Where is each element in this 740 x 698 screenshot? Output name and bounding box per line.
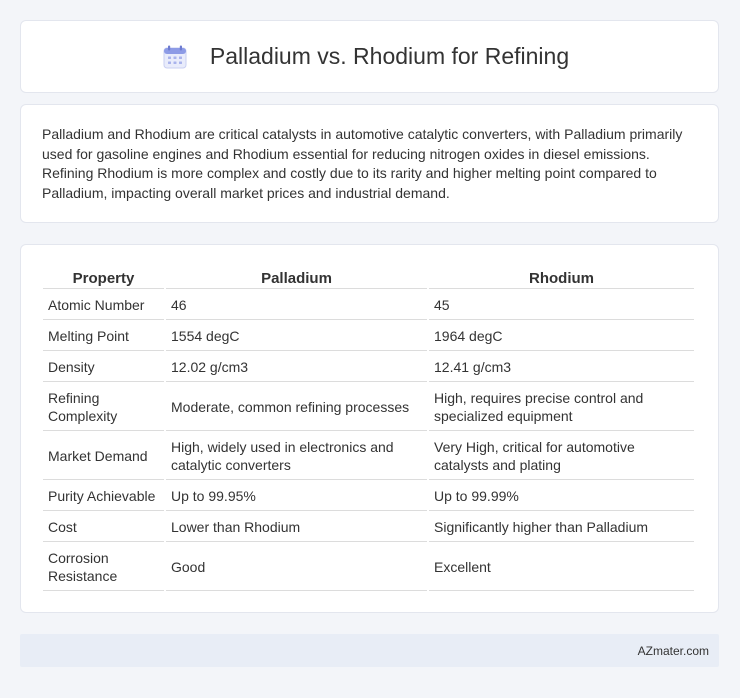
property-cell: Corrosion Resistance bbox=[43, 544, 164, 591]
rhodium-cell: Excellent bbox=[429, 544, 694, 591]
column-header-rhodium: Rhodium bbox=[429, 265, 694, 289]
comparison-card: Property Palladium Rhodium Atomic Number… bbox=[20, 244, 719, 613]
rhodium-cell: Significantly higher than Palladium bbox=[429, 513, 694, 542]
footer-site-label: AZmater.com bbox=[637, 643, 709, 658]
intro-paragraph: Palladium and Rhodium are critical catal… bbox=[42, 126, 683, 201]
palladium-cell: 12.02 g/cm3 bbox=[166, 353, 427, 382]
property-cell: Melting Point bbox=[43, 322, 164, 351]
property-cell: Atomic Number bbox=[43, 291, 164, 320]
table-row: Melting Point 1554 degC 1964 degC bbox=[43, 322, 694, 351]
table-row: Refining Complexity Moderate, common ref… bbox=[43, 384, 694, 431]
palladium-cell: Up to 99.95% bbox=[166, 482, 427, 511]
palladium-cell: 1554 degC bbox=[166, 322, 427, 351]
palladium-cell: Good bbox=[166, 544, 427, 591]
column-header-palladium: Palladium bbox=[166, 265, 427, 289]
palladium-cell: Moderate, common refining processes bbox=[166, 384, 427, 431]
footer: AZmater.com bbox=[20, 634, 719, 667]
property-cell: Density bbox=[43, 353, 164, 382]
column-header-property: Property bbox=[43, 265, 164, 289]
table-header-row: Property Palladium Rhodium bbox=[43, 265, 694, 289]
property-cell: Cost bbox=[43, 513, 164, 542]
table-row: Atomic Number 46 45 bbox=[43, 291, 694, 320]
title-card: Palladium vs. Rhodium for Refining bbox=[20, 20, 719, 93]
table-row: Density 12.02 g/cm3 12.41 g/cm3 bbox=[43, 353, 694, 382]
property-cell: Purity Achievable bbox=[43, 482, 164, 511]
rhodium-cell: 1964 degC bbox=[429, 322, 694, 351]
comparison-table: Property Palladium Rhodium Atomic Number… bbox=[41, 263, 696, 593]
table-row: Purity Achievable Up to 99.95% Up to 99.… bbox=[43, 482, 694, 511]
table-row: Corrosion Resistance Good Excellent bbox=[43, 544, 694, 591]
calendar-icon bbox=[163, 45, 187, 68]
property-cell: Market Demand bbox=[43, 433, 164, 480]
palladium-cell: High, widely used in electronics and cat… bbox=[166, 433, 427, 480]
table-row: Cost Lower than Rhodium Significantly hi… bbox=[43, 513, 694, 542]
intro-card: Palladium and Rhodium are critical catal… bbox=[20, 104, 719, 223]
rhodium-cell: High, requires precise control and speci… bbox=[429, 384, 694, 431]
rhodium-cell: 12.41 g/cm3 bbox=[429, 353, 694, 382]
palladium-cell: 46 bbox=[166, 291, 427, 320]
rhodium-cell: Very High, critical for automotive catal… bbox=[429, 433, 694, 480]
page-title: Palladium vs. Rhodium for Refining bbox=[209, 43, 570, 69]
rhodium-cell: 45 bbox=[429, 291, 694, 320]
table-row: Market Demand High, widely used in elect… bbox=[43, 433, 694, 480]
palladium-cell: Lower than Rhodium bbox=[166, 513, 427, 542]
property-cell: Refining Complexity bbox=[43, 384, 164, 431]
rhodium-cell: Up to 99.99% bbox=[429, 482, 694, 511]
